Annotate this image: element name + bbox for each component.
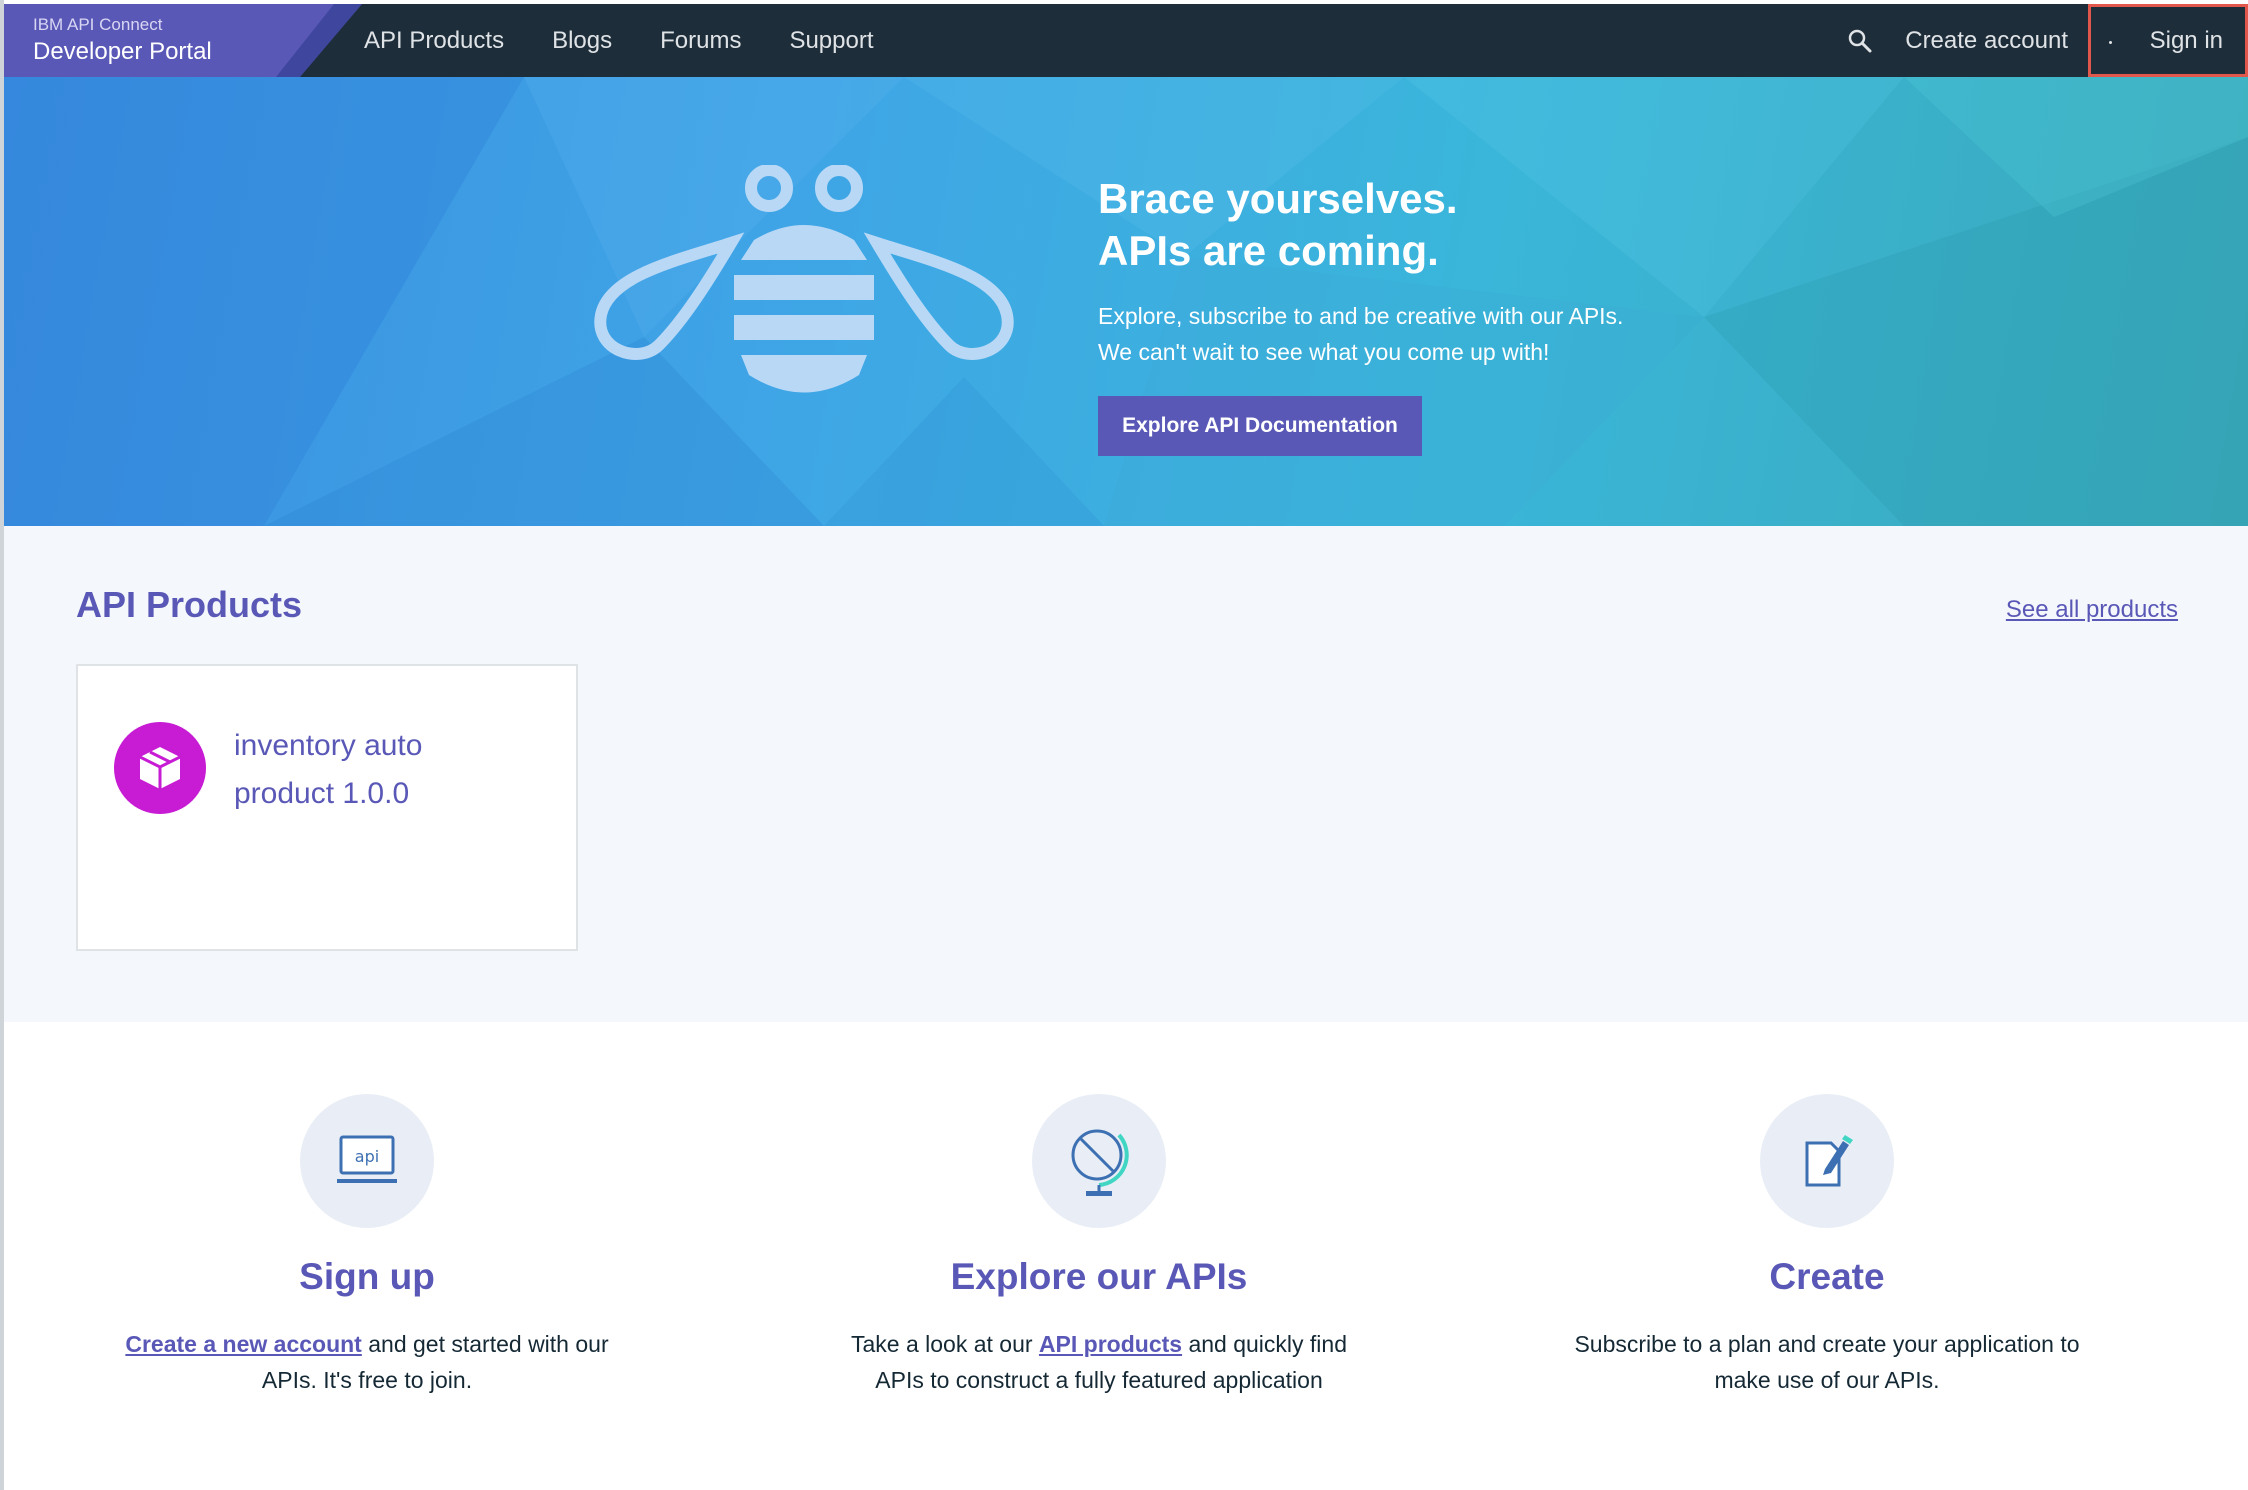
explore-api-docs-button[interactable]: Explore API Documentation — [1098, 396, 1422, 456]
sign-in-label: Sign in — [2149, 26, 2223, 54]
feature-create: Create Subscribe to a plan and create yo… — [1464, 1094, 2190, 1398]
feature-title: Sign up — [299, 1256, 435, 1297]
brand-title: Developer Portal — [33, 38, 212, 65]
feature-title: Create — [1769, 1256, 1885, 1297]
section-title: API Products — [76, 584, 303, 625]
api-laptop-icon: api — [300, 1094, 434, 1228]
product-name[interactable]: inventory auto product 1.0.0 — [234, 722, 554, 818]
feature-sign-up: api Sign up Create a new account and get… — [4, 1094, 730, 1398]
nav-link-support[interactable]: Support — [789, 27, 873, 55]
feature-text-line1: Subscribe to a plan and create your appl… — [1574, 1331, 2080, 1357]
create-new-account-link[interactable]: Create a new account — [125, 1331, 361, 1357]
feature-text-line2: APIs. It's free to join. — [261, 1367, 473, 1393]
api-products-section: API Products See all products inventory … — [4, 526, 2248, 1022]
nav-link-api-products[interactable]: API Products — [364, 27, 504, 55]
hero-subtitle-line2: We can't wait to see what you come up wi… — [1098, 339, 1550, 365]
feature-description: Subscribe to a plan and create your appl… — [1464, 1326, 2190, 1398]
document-edit-icon — [1760, 1094, 1894, 1228]
hero-title-line1: Brace yourselves. — [1098, 175, 1458, 222]
see-all-products-link[interactable]: See all products — [2006, 596, 2178, 624]
sign-in-link[interactable]: Sign in — [2088, 4, 2248, 77]
feature-text-line2: make use of our APIs. — [1714, 1367, 1940, 1393]
nav-link-forums[interactable]: Forums — [660, 27, 741, 55]
feature-text-after: and quickly find — [1182, 1331, 1347, 1357]
features-section: api Sign up Create a new account and get… — [4, 1022, 2248, 1490]
feature-title: Explore our APIs — [950, 1256, 1248, 1297]
nav-link-blogs[interactable]: Blogs — [552, 27, 612, 55]
dot-marker — [2109, 41, 2112, 44]
feature-description: Create a new account and get started wit… — [4, 1326, 730, 1398]
product-card[interactable]: inventory auto product 1.0.0 — [76, 664, 578, 951]
nav-actions: Create account Sign in — [1845, 4, 2248, 77]
main-nav: API Products Blogs Forums Support — [364, 4, 922, 77]
product-name-line1: inventory auto — [234, 729, 423, 762]
svg-text:api: api — [355, 1147, 379, 1166]
brand-subtitle: IBM API Connect — [33, 15, 163, 34]
feature-description: Take a look at our API products and quic… — [736, 1326, 1462, 1398]
hero-subtitle: Explore, subscribe to and be creative wi… — [1098, 298, 1623, 370]
create-account-link[interactable]: Create account — [1905, 27, 2068, 55]
brand-logo[interactable]: IBM API Connect Developer Portal — [4, 4, 362, 77]
feature-text-line2: APIs to construct a fully featured appli… — [875, 1367, 1323, 1393]
package-icon — [114, 722, 206, 814]
hero-banner: Brace yourselves. APIs are coming. Explo… — [4, 77, 2248, 526]
search-icon[interactable] — [1845, 26, 1875, 56]
bee-icon — [594, 165, 1014, 393]
product-name-line2: product 1.0.0 — [234, 777, 410, 810]
globe-icon — [1032, 1094, 1166, 1228]
hero-title-line2: APIs are coming. — [1098, 227, 1439, 274]
top-nav: IBM API Connect Developer Portal API Pro… — [4, 4, 2248, 77]
hero-subtitle-line1: Explore, subscribe to and be creative wi… — [1098, 303, 1624, 329]
hero-title: Brace yourselves. APIs are coming. — [1098, 173, 1458, 277]
feature-explore-apis: Explore our APIs Take a look at our API … — [736, 1094, 1462, 1398]
api-products-link[interactable]: API products — [1039, 1331, 1182, 1357]
feature-text: Take a look at our — [850, 1331, 1039, 1357]
feature-text: and get started with our — [361, 1331, 609, 1357]
